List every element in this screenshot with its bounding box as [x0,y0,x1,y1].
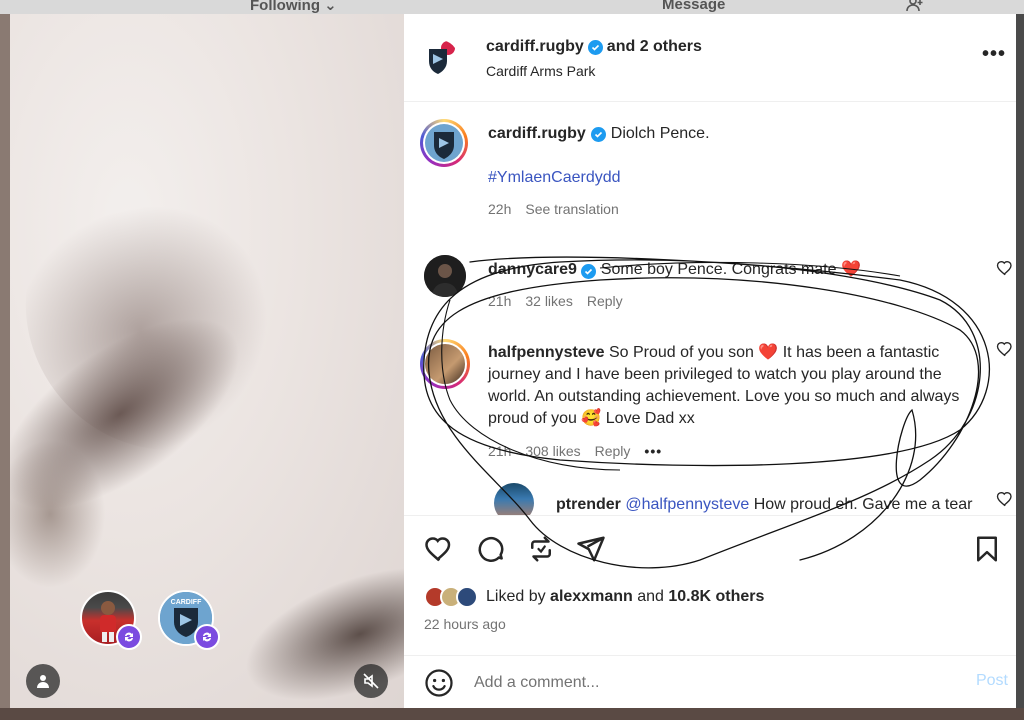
see-translation-link[interactable]: See translation [525,201,618,217]
background-right-edge [1016,14,1024,708]
save-bookmark-icon[interactable] [972,534,1002,564]
verified-badge-icon [587,39,603,55]
add-comment-bar: Post [404,655,1016,708]
repost-icon[interactable] [526,534,556,564]
emoji-smiley-icon[interactable] [424,668,454,698]
liked-by-prefix: Liked by [486,588,546,605]
likes-count[interactable]: 10.8K others [668,588,764,606]
comment-reply-button[interactable]: Reply [595,443,631,459]
message-button[interactable]: Message [662,0,725,13]
comment-meta: 21h 308 likes Reply ••• [488,443,662,459]
reply-avatar[interactable] [494,483,534,515]
comment-avatar[interactable] [424,255,466,297]
post-details-panel: cardiff.rugby and 2 others Cardiff Arms … [404,14,1016,708]
reply-text: ptrender @halfpennysteve How proud eh. G… [556,494,976,515]
liked-by-and: and [637,588,664,605]
add-comment-input[interactable] [474,670,934,696]
comment-time: 21h [488,443,512,459]
comment-text: halfpennysteve So Proud of you son ❤️ It… [488,342,983,430]
caption-body: Diolch Pence. [610,125,710,142]
post-author-username[interactable]: cardiff.rugby [486,38,584,56]
collaborators-count[interactable]: and 2 others [607,38,702,56]
comment-username[interactable]: halfpennysteve [488,344,604,361]
comment-more-options-button[interactable]: ••• [644,443,662,459]
post-author: cardiff.rugby and 2 others [486,38,702,56]
post-timestamp[interactable]: 22 hours ago [424,616,506,632]
verified-badge-icon [590,126,606,142]
add-person-icon[interactable] [906,0,924,14]
comment-likes[interactable]: 32 likes [525,293,572,309]
muted-speaker-icon[interactable] [354,664,388,698]
post-location[interactable]: Cardiff Arms Park [486,63,595,79]
comment-avatar[interactable] [420,339,470,389]
comment-time: 21h [488,293,512,309]
comment-body: Some boy Pence. Congrats mate ❤️ [600,261,861,278]
caption-avatar[interactable] [420,119,468,167]
background-bottom-edge [0,708,1024,720]
share-paper-plane-icon[interactable] [576,534,606,564]
comment-meta: 21h 32 likes Reply [488,293,623,309]
comment-like-heart-icon[interactable] [996,490,1014,508]
following-button[interactable]: Following ⌄ [250,0,337,14]
caption-meta: 22h See translation [488,201,619,217]
comment-likes[interactable]: 308 likes [525,443,580,459]
more-options-button[interactable]: ••• [982,44,1006,68]
collaborator-avatar-player[interactable] [80,590,142,650]
reply-mention[interactable]: @halfpennysteve [625,496,749,513]
comment-like-heart-icon[interactable] [996,259,1014,277]
post-media-video[interactable]: CARDIFF [10,14,404,708]
comment-username[interactable]: dannycare9 [488,261,577,278]
liked-by-user[interactable]: alexxmann [550,588,633,606]
comments-list[interactable]: cardiff.rugby Diolch Pence. #YmlaenCaerd… [404,103,1016,515]
cardiff-rugby-avatar[interactable] [422,40,458,76]
reply-username[interactable]: ptrender [556,496,621,513]
caption-time: 22h [488,201,512,217]
liked-by-avatar [456,586,478,608]
comment-reply-button[interactable]: Reply [587,293,623,309]
comment-like-heart-icon[interactable] [996,340,1014,358]
liked-by-row: Liked by alexxmann and 10.8K others [424,586,764,608]
background-left-edge [0,14,10,708]
post-actions: Liked by alexxmann and 10.8K others 22 h… [404,515,1016,655]
profile-header-background: Following ⌄ Message [0,0,1024,14]
comment-bubble-icon[interactable] [476,534,506,564]
caption-text: cardiff.rugby Diolch Pence. [488,125,710,143]
verified-badge-icon [581,264,597,279]
collaborator-avatar-club[interactable]: CARDIFF [158,590,220,650]
post-header: cardiff.rugby and 2 others Cardiff Arms … [404,14,1016,102]
comment-text: dannycare9 Some boy Pence. Congrats mate… [488,259,958,281]
liked-by-avatars[interactable] [424,586,478,608]
collab-refresh-icon [194,624,220,650]
collab-refresh-icon [116,624,142,650]
club-logo-text: CARDIFF [171,599,202,606]
caption-hashtag[interactable]: #YmlaenCaerdydd [488,169,621,187]
user-tag-icon[interactable] [26,664,60,698]
caption-username[interactable]: cardiff.rugby [488,125,586,143]
post-comment-button[interactable]: Post [976,672,1008,690]
like-heart-icon[interactable] [424,534,454,564]
